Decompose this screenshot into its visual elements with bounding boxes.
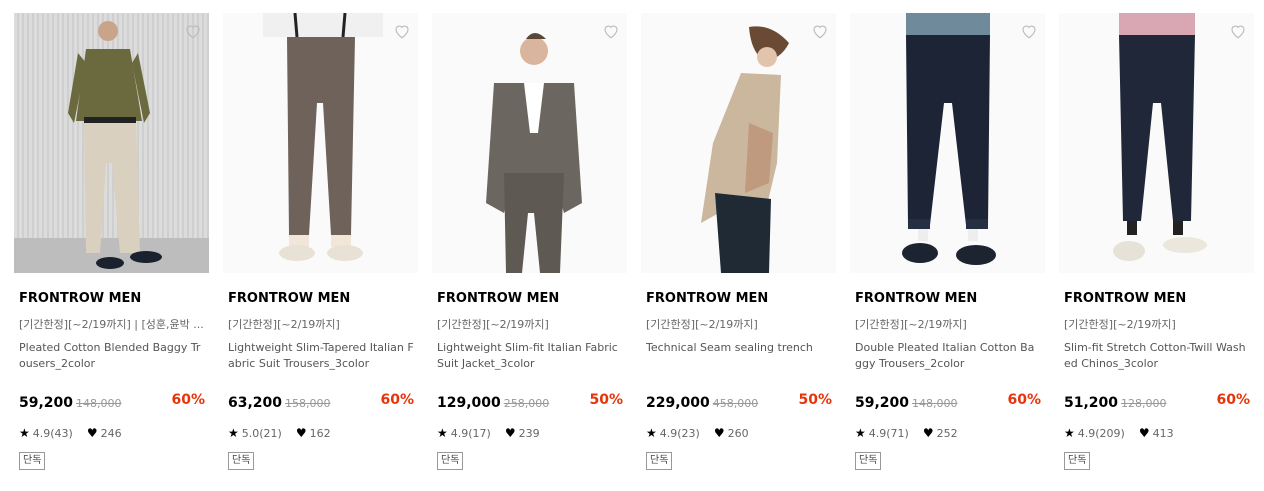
original-price: 148,000 [76, 397, 122, 410]
original-price: 148,000 [912, 397, 958, 410]
exclusive-badge: 단독 [19, 452, 46, 470]
product-card[interactable]: FRONTROW MEN [기간한정][~2/19까지] Lightweight… [223, 13, 418, 470]
price-row: 59,200 148,000 60% [19, 392, 205, 412]
product-image[interactable] [223, 13, 418, 273]
likes-count: 413 [1152, 426, 1174, 440]
star-icon: ★ [1064, 426, 1075, 440]
discount-rate: 60% [171, 392, 205, 408]
product-name[interactable]: Slim-fit Stretch Cotton-Twill Washed Chi… [1064, 340, 1250, 372]
exclusive-badge: 단독 [1064, 452, 1091, 470]
heart-filled-icon: ♥ [86, 426, 98, 440]
sale-price: 129,000 [437, 395, 501, 411]
rating-text: 4.9(209) [1077, 426, 1125, 440]
brand-name[interactable]: FRONTROW MEN [646, 291, 836, 306]
product-name[interactable]: Lightweight Slim-fit Italian Fabric Suit… [437, 340, 623, 372]
heart-filled-icon: ♥ [713, 426, 725, 440]
exclusive-badge: 단독 [646, 452, 673, 470]
wishlist-heart-icon[interactable] [602, 22, 620, 40]
product-meta: ★ 4.9(209) ♥ 413 [1064, 426, 1254, 440]
discount-rate: 60% [380, 392, 414, 408]
sale-price: 63,200 [228, 395, 283, 411]
likes-count: 246 [100, 426, 122, 440]
product-card[interactable]: FRONTROW MEN [기간한정][~2/19까지] Lightweight… [432, 13, 627, 470]
rating-text: 4.9(43) [32, 426, 73, 440]
product-meta: ★ 4.9(17) ♥ 239 [437, 426, 627, 440]
original-price: 258,000 [503, 397, 550, 410]
product-image[interactable] [850, 13, 1045, 273]
wishlist-heart-icon[interactable] [393, 22, 411, 40]
star-icon: ★ [228, 426, 239, 440]
star-icon: ★ [855, 426, 866, 440]
product-grid: FRONTROW MEN [기간한정][~2/19까지] | [성훈,윤박 ..… [0, 0, 1264, 491]
discount-rate: 60% [1216, 392, 1250, 408]
product-card[interactable]: FRONTROW MEN [기간한정][~2/19까지] Double Plea… [850, 13, 1045, 470]
brand-name[interactable]: FRONTROW MEN [855, 291, 1045, 306]
original-price: 158,000 [285, 397, 331, 410]
rating-text: 4.9(17) [450, 426, 491, 440]
brand-name[interactable]: FRONTROW MEN [1064, 291, 1254, 306]
sale-price: 59,200 [855, 395, 910, 411]
product-image[interactable] [14, 13, 209, 273]
promo-text: [기간한정][~2/19까지] [646, 318, 758, 331]
price-row: 59,200 148,000 60% [855, 392, 1041, 412]
product-meta: ★ 5.0(21) ♥ 162 [228, 426, 418, 440]
product-card[interactable]: FRONTROW MEN [기간한정][~2/19까지] Technical S… [641, 13, 836, 470]
product-image[interactable] [432, 13, 627, 273]
product-card[interactable]: FRONTROW MEN [기간한정][~2/19까지] | [성훈,윤박 ..… [14, 13, 209, 470]
exclusive-badge: 단독 [855, 452, 882, 470]
rating-text: 5.0(21) [241, 426, 282, 440]
product-name[interactable]: Technical Seam sealing trench [646, 340, 832, 372]
promo-text: [기간한정][~2/19까지] [437, 318, 549, 331]
heart-filled-icon: ♥ [1138, 426, 1150, 440]
sale-price: 229,000 [646, 395, 710, 411]
discount-rate: 50% [798, 392, 832, 408]
sale-price: 59,200 [19, 395, 74, 411]
brand-name[interactable]: FRONTROW MEN [437, 291, 627, 306]
brand-name[interactable]: FRONTROW MEN [228, 291, 418, 306]
original-price: 128,000 [1121, 397, 1167, 410]
product-name[interactable]: Lightweight Slim-Tapered Italian Fabric … [228, 340, 414, 372]
product-name[interactable]: Pleated Cotton Blended Baggy Trousers_2c… [19, 340, 205, 372]
discount-rate: 50% [589, 392, 623, 408]
product-meta: ★ 4.9(23) ♥ 260 [646, 426, 836, 440]
wishlist-heart-icon[interactable] [184, 22, 202, 40]
price-row: 63,200 158,000 60% [228, 392, 414, 412]
exclusive-badge: 단독 [228, 452, 255, 470]
promo-text: [기간한정][~2/19까지] | [성훈,윤박 ... [19, 318, 204, 331]
rating-text: 4.9(23) [659, 426, 700, 440]
likes-count: 260 [727, 426, 749, 440]
product-image[interactable] [641, 13, 836, 273]
likes-count: 239 [518, 426, 540, 440]
likes-count: 252 [936, 426, 958, 440]
brand-name[interactable]: FRONTROW MEN [19, 291, 209, 306]
price-row: 129,000 258,000 50% [437, 392, 623, 412]
heart-filled-icon: ♥ [295, 426, 307, 440]
product-name[interactable]: Double Pleated Italian Cotton Baggy Trou… [855, 340, 1041, 372]
wishlist-heart-icon[interactable] [811, 22, 829, 40]
wishlist-heart-icon[interactable] [1020, 22, 1038, 40]
likes-count: 162 [309, 426, 331, 440]
promo-text: [기간한정][~2/19까지] [1064, 318, 1176, 331]
rating-text: 4.9(71) [868, 426, 909, 440]
wishlist-heart-icon[interactable] [1229, 22, 1247, 40]
product-image[interactable] [1059, 13, 1254, 273]
price-row: 229,000 458,000 50% [646, 392, 832, 412]
star-icon: ★ [646, 426, 657, 440]
promo-text: [기간한정][~2/19까지] [855, 318, 967, 331]
promo-text: [기간한정][~2/19까지] [228, 318, 340, 331]
price-row: 51,200 128,000 60% [1064, 392, 1250, 412]
exclusive-badge: 단독 [437, 452, 464, 470]
heart-filled-icon: ♥ [504, 426, 516, 440]
product-meta: ★ 4.9(43) ♥ 246 [19, 426, 209, 440]
product-card[interactable]: FRONTROW MEN [기간한정][~2/19까지] Slim-fit St… [1059, 13, 1254, 470]
star-icon: ★ [19, 426, 30, 440]
sale-price: 51,200 [1064, 395, 1119, 411]
star-icon: ★ [437, 426, 448, 440]
heart-filled-icon: ♥ [922, 426, 934, 440]
original-price: 458,000 [712, 397, 759, 410]
discount-rate: 60% [1007, 392, 1041, 408]
product-meta: ★ 4.9(71) ♥ 252 [855, 426, 1045, 440]
